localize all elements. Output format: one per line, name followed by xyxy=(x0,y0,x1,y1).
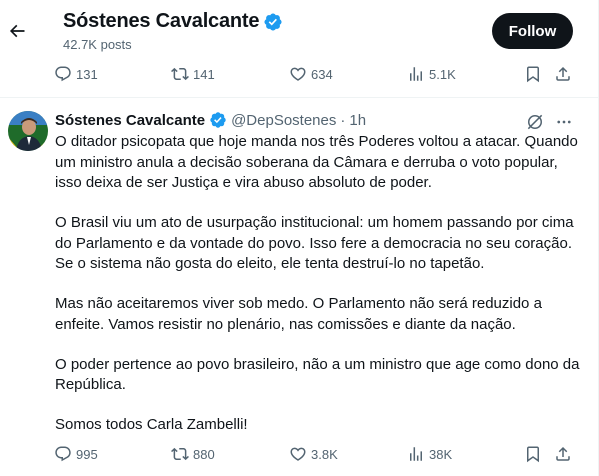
arrow-left-icon xyxy=(9,24,25,38)
views-action[interactable]: 5.1K xyxy=(407,61,456,87)
repost-count: 141 xyxy=(193,66,215,82)
views-chart-icon xyxy=(410,447,422,461)
bookmark-button[interactable] xyxy=(524,61,542,87)
avatar[interactable] xyxy=(8,111,48,151)
profile-name-row: Sóstenes Cavalcante xyxy=(63,10,283,33)
separator-dot: · xyxy=(340,111,346,129)
share-icon xyxy=(556,66,570,81)
reply-action[interactable]: 131 xyxy=(54,61,98,87)
grok-button[interactable] xyxy=(523,110,547,134)
reply-icon xyxy=(55,66,71,82)
heart-icon xyxy=(290,67,306,81)
profile-name: Sóstenes Cavalcante xyxy=(63,10,260,32)
share-icon xyxy=(556,446,570,461)
bookmark-icon xyxy=(527,446,539,463)
verified-badge-icon xyxy=(209,111,227,129)
more-horizontal-icon xyxy=(557,120,571,124)
repost-icon xyxy=(171,67,189,81)
like-action[interactable]: 634 xyxy=(289,61,333,87)
reply-action[interactable]: 995 xyxy=(54,441,98,467)
views-action[interactable]: 38K xyxy=(407,441,452,467)
views-count: 38K xyxy=(429,446,453,462)
back-button[interactable] xyxy=(6,15,28,47)
post-timestamp[interactable]: 1h xyxy=(349,112,366,129)
x-post-page: Sóstenes Cavalcante 42.7K posts Follow 1… xyxy=(0,0,599,476)
views-count: 5.1K xyxy=(429,66,456,82)
follow-button[interactable]: Follow xyxy=(492,13,573,49)
like-action[interactable]: 3.8K xyxy=(289,441,338,467)
bookmark-button[interactable] xyxy=(524,441,542,467)
post-paragraph: O ditador psicopata que hoje manda nos t… xyxy=(55,133,578,191)
repost-count: 880 xyxy=(193,446,215,462)
top-action-bar: 131 141 634 5.1K xyxy=(0,61,598,87)
post-author-name[interactable]: Sóstenes Cavalcante xyxy=(55,112,205,129)
post-paragraph: O Brasil viu um ato de usurpação institu… xyxy=(55,214,574,272)
heart-icon xyxy=(290,447,306,461)
like-count: 634 xyxy=(311,66,333,82)
more-options-button[interactable] xyxy=(552,110,576,134)
post-paragraph: Mas não aceitaremos viver sob medo. O Pa… xyxy=(55,295,542,333)
reply-icon xyxy=(55,446,71,462)
post-paragraph: Somos todos Carla Zambelli! xyxy=(55,416,248,433)
share-button[interactable] xyxy=(554,441,572,467)
post-count: 42.7K posts xyxy=(63,37,132,52)
repost-action[interactable]: 141 xyxy=(171,61,215,87)
grok-icon xyxy=(527,114,543,130)
repost-icon xyxy=(171,447,189,461)
divider xyxy=(0,97,598,98)
post-action-bar: 995 880 3.8K 38K xyxy=(0,441,598,467)
views-chart-icon xyxy=(410,67,422,81)
reply-count: 995 xyxy=(76,446,98,462)
post-paragraph: O poder pertence ao povo brasileiro, não… xyxy=(55,355,580,394)
repost-action[interactable]: 880 xyxy=(171,441,215,467)
post-text: O ditador psicopata que hoje manda nos t… xyxy=(55,132,585,455)
like-count: 3.8K xyxy=(311,446,338,462)
post-author-handle[interactable]: @DepSostenes xyxy=(231,112,336,129)
post-header: Sóstenes Cavalcante @DepSostenes · 1h xyxy=(55,111,366,129)
verified-badge-icon xyxy=(263,12,283,32)
profile-header: Sóstenes Cavalcante 42.7K posts Follow xyxy=(0,0,598,60)
bookmark-icon xyxy=(527,66,539,83)
share-button[interactable] xyxy=(554,61,572,87)
reply-count: 131 xyxy=(76,66,98,82)
